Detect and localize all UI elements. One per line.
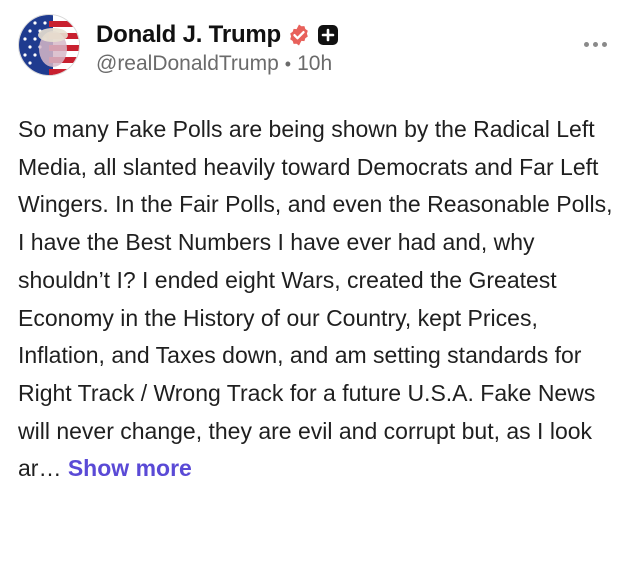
- author-display-name[interactable]: Donald J. Trump: [96, 21, 281, 49]
- more-dot: [584, 42, 589, 47]
- avatar[interactable]: [18, 14, 80, 76]
- post-card: Donald J. Trump @realDonaldTrump • 10h S…: [0, 0, 627, 576]
- more-options-icon[interactable]: [584, 42, 607, 47]
- meta-separator: •: [284, 53, 292, 74]
- show-more-link[interactable]: Show more: [68, 455, 192, 481]
- post-body: So many Fake Polls are being shown by th…: [18, 111, 614, 488]
- verified-badge-icon: [287, 23, 311, 47]
- post-timestamp[interactable]: 10h: [297, 52, 332, 76]
- author-handle[interactable]: @realDonaldTrump: [96, 52, 279, 76]
- post-text: So many Fake Polls are being shown by th…: [18, 116, 613, 482]
- author-meta-row: @realDonaldTrump • 10h: [96, 52, 332, 76]
- more-dot: [602, 42, 607, 47]
- plus-badge-icon: [317, 24, 339, 46]
- more-dot: [593, 42, 598, 47]
- avatar-image: [19, 15, 79, 75]
- author-name-row: Donald J. Trump: [96, 20, 339, 50]
